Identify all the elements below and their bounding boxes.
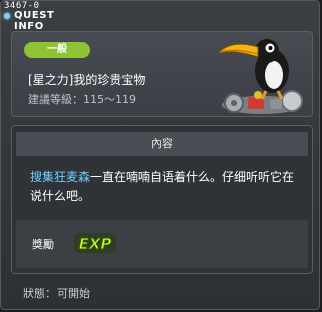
exp-text: EXP xyxy=(79,235,112,253)
npc-name-link[interactable]: 搜集狂麦森 xyxy=(30,170,90,184)
content-header: 內容 xyxy=(16,132,308,156)
quest-category-badge: 一般 xyxy=(24,42,90,58)
recommended-level: 建議等級：115～119 xyxy=(28,93,136,106)
exp-icon[interactable]: EXP xyxy=(72,229,120,257)
quest-info-window: 3467-0 QUEST INFO 一般 [星之力]我的珍贵宝物 建議等級：11… xyxy=(0,0,320,310)
reward-row: 獎勵 EXP xyxy=(16,220,308,268)
toucan-npc-icon xyxy=(216,39,303,114)
window-title-bar[interactable]: QUEST INFO xyxy=(4,10,72,32)
title-bullet-icon xyxy=(4,13,10,19)
quest-content-panel: 內容 搜集狂麦森一直在喃喃自语着什么。仔细听听它在说什么吧。 獎勵 EXP xyxy=(11,125,313,274)
status-label: 狀態： xyxy=(23,287,56,300)
status-value: 可開始 xyxy=(57,287,90,300)
quest-name: [星之力]我的珍贵宝物 xyxy=(28,73,146,87)
window-title: QUEST INFO xyxy=(14,10,55,32)
quest-header-panel: 一般 [星之力]我的珍贵宝物 建議等級：115～119 xyxy=(11,31,313,117)
reward-label: 獎勵 xyxy=(32,238,54,251)
quest-description: 搜集狂麦森一直在喃喃自语着什么。仔细听听它在说什么吧。 xyxy=(30,168,300,206)
